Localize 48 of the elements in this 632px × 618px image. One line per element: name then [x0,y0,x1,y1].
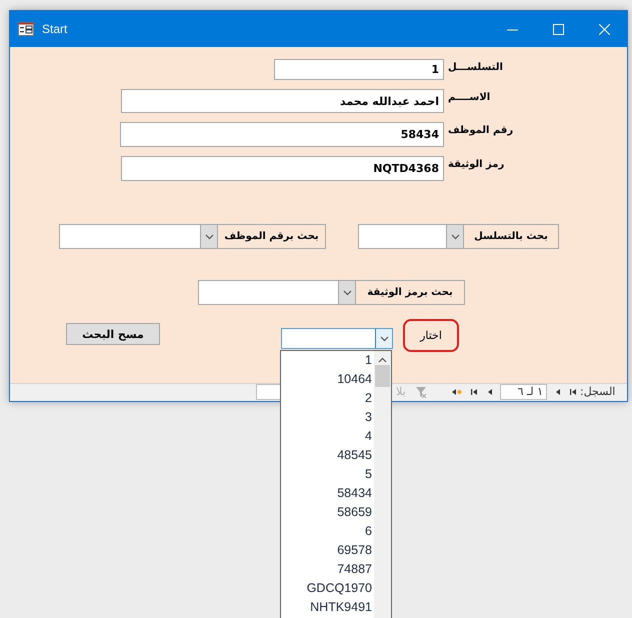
arrow-icon [554,388,562,396]
arrow-icon [486,388,494,396]
dropdown-option[interactable]: 5 [365,465,372,484]
dropdown-option[interactable]: NHTK9491 [310,598,372,617]
record-label: السجل: [580,385,616,398]
new-record-button[interactable] [450,386,462,398]
dropdown-option[interactable]: 58659 [337,503,372,522]
scroll-up-icon [378,357,387,363]
field-label: التسلســـل [448,62,503,73]
dropdown-option[interactable]: 69578 [337,541,372,560]
field-label: رقم الموظف [448,125,514,136]
combo-box[interactable] [59,224,218,249]
clear-search-button[interactable]: مسح البحث [66,323,160,345]
dropdown-option[interactable]: 1 [365,351,372,370]
combo-label: بحث بالتسلسل [463,224,559,249]
filter-icon[interactable] [415,386,427,398]
dropdown-option[interactable]: 58434 [337,484,372,503]
skip-icon [471,388,479,396]
text-field[interactable]: NQTD4368 [121,156,444,181]
dropdown-option[interactable]: 10464 [337,370,372,389]
text-field[interactable]: 58434 [120,122,444,147]
dropdown-option[interactable]: 48545 [337,446,372,465]
combo-box[interactable] [198,280,356,305]
scrollbar-thumb[interactable] [375,365,390,387]
record-position-field[interactable]: ١ لـ ٦ [500,384,547,400]
new-record-icon [450,388,462,396]
combo-box[interactable] [358,224,464,249]
combo-label: بحث برقم الموظف [217,224,326,249]
close-icon [598,24,610,34]
dropdown-option[interactable]: 4 [365,427,372,446]
combo-label: بحث برمز الوثيقة [355,280,465,305]
choose-label: اختار [403,319,459,352]
dropdown-option[interactable]: 6 [365,522,372,541]
scrollbar[interactable] [374,351,391,618]
dropdown-option[interactable]: 74887 [337,560,372,579]
dropdown-option[interactable]: GDCQ1970 [306,579,372,598]
form-icon [18,22,34,36]
field-label: الاســــم [448,92,490,103]
maximize-icon [552,24,564,34]
text-field[interactable]: احمد عبدالله محمد [121,89,444,113]
choose-combo-box[interactable] [281,328,393,349]
text-field[interactable]: 1 [274,59,444,80]
skip-icon [570,388,578,396]
dropdown-option[interactable]: 3 [365,408,372,427]
dropdown-option[interactable]: 2 [365,389,372,408]
window-title: Start [42,22,68,36]
field-label: رمز الوثيقة [448,159,504,170]
filter-status: بلا [396,385,406,398]
